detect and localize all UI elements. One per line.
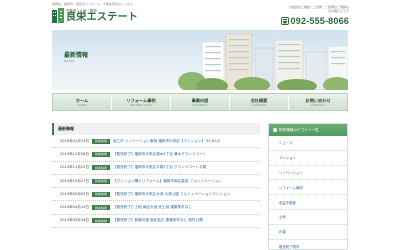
category-sidebar: 物件情報カテゴリー一覧 ニュース マンション リノベーション リフォーム事例 収… — [268, 123, 348, 250]
news-date: 2016年01月13日 — [59, 138, 89, 143]
news-item[interactable]: 2014年10月27日 新着情報 【マンション購入リフォーム】福岡市南区高宮 フ… — [52, 175, 260, 189]
news-title-link[interactable]: 【販売終了】福岡市中央区平尾2丁目 グランドコート平尾 — [113, 165, 206, 170]
sidebar-item-label: 戸建 — [279, 230, 286, 235]
news-item[interactable]: 2016年01月13日 新着情報 施工中 リノベーション事例 福岡市中央区【マン… — [52, 135, 260, 149]
news-date: 2014年03月18日 — [59, 218, 89, 223]
nav-sublabel: COMPANY — [251, 102, 267, 107]
news-item[interactable]: 2014年05月02日 新着情報 【販売終了】福岡市中央区大濠 大濠公園 フルリ… — [52, 188, 260, 202]
sidebar-item-renovation[interactable]: リノベーション — [269, 166, 347, 181]
news-badge: 新着情報 — [92, 218, 110, 224]
sidebar-item-label: マンション — [279, 156, 296, 161]
news-badge: 新着情報 — [92, 165, 110, 171]
sidebar-heading: 物件情報カテゴリー一覧 — [279, 127, 319, 132]
news-badge: 新着情報 — [92, 205, 110, 211]
phone-icon — [280, 17, 289, 25]
nav-contact[interactable]: お問い合わせ CONTACT — [289, 94, 347, 110]
news-heading: 最新情報 — [58, 126, 74, 131]
nav-business[interactable]: 事業内容 BUSINESS — [171, 94, 230, 110]
news-item[interactable]: 2014年11月21日 新着情報 【販売終了】福岡市中央区平尾2丁目 グランドコ… — [52, 162, 260, 175]
news-title-link[interactable]: 施工中 リノベーション事例 福岡市中央区【マンション】 81.60㎡ — [113, 139, 220, 144]
sidebar-item-land[interactable]: 土地 — [269, 210, 347, 225]
news-title-link[interactable]: 【販売終了】福岡市中央区大濠 大濠公園 フルリノベーションマンション — [113, 192, 230, 197]
news-item[interactable]: 2014年04月10日 新着情報 【販売終了】土地 南区大池 売土地 建築条件な… — [52, 201, 260, 215]
news-date: 2014年12月26日 — [59, 151, 89, 156]
phone-contact[interactable]: 092-555-8066 — [280, 15, 349, 27]
news-badge: 新着情報 — [92, 191, 110, 197]
news-date: 2014年04月10日 — [59, 205, 89, 210]
nav-sublabel: CONTACT — [310, 102, 326, 107]
nav-sublabel: HOME — [77, 102, 87, 107]
hero-subtitle: NEWS — [64, 59, 75, 63]
nav-sublabel: REFORM CASE — [129, 102, 153, 107]
sidebar-item-mansion[interactable]: マンション — [269, 151, 347, 166]
news-title-link[interactable]: 【販売終了】新築戸建 南区若久 建築条件なし 物件公開 — [113, 218, 203, 223]
news-title-link[interactable]: 【販売終了】福岡市中央区清水4丁目 清水グランドコート — [113, 152, 206, 157]
news-badge: 新着情報 — [92, 151, 110, 157]
bullet-icon — [273, 128, 277, 132]
logo-name: 良栄エステート — [66, 12, 139, 23]
nav-home[interactable]: ホーム HOME — [53, 94, 112, 110]
header-tagline: 福岡県、福岡市、南区のリフォーム、不動産売買のことなら — [52, 2, 133, 6]
sidebar-item-label: 収益不動産 — [279, 200, 296, 205]
sidebar-item-label: 販売終了物件 — [279, 244, 300, 249]
news-badge: 新着情報 — [92, 178, 110, 184]
sidebar-item-house[interactable]: 戸建 — [269, 225, 347, 240]
contact-note: お電話のご相談・ご質問・ご訪問のご依頼は お気軽にどうぞ — [279, 5, 349, 13]
nav-reform-case[interactable]: リフォーム事例 REFORM CASE — [112, 94, 171, 110]
sidebar-item-label: 土地 — [279, 215, 286, 220]
news-date: 2014年05月02日 — [59, 191, 89, 196]
news-badge: 新着情報 — [92, 138, 110, 144]
news-section: 最新情報 2016年01月13日 新着情報 施工中 リノベーション事例 福岡市中… — [52, 123, 260, 250]
contact-note-line-2: お気軽にどうぞ — [327, 9, 349, 13]
hero-banner: 最新情報 NEWS — [52, 30, 348, 90]
hero-city-illustration — [178, 33, 348, 90]
news-date: 2014年11月21日 — [59, 165, 89, 170]
logo-building-icon — [52, 8, 64, 23]
sidebar-item-income-property[interactable]: 収益不動産 — [269, 195, 347, 210]
nav-company[interactable]: 会社概要 COMPANY — [230, 94, 289, 110]
nav-sublabel: BUSINESS — [192, 102, 208, 107]
news-item[interactable]: 2014年12月26日 新着情報 【販売終了】福岡市中央区清水4丁目 清水グラン… — [52, 148, 260, 162]
news-heading-bar: 最新情報 — [52, 123, 260, 135]
phone-number[interactable]: 092-555-8066 — [291, 16, 349, 26]
sidebar-item-sold[interactable]: 販売終了物件 — [269, 240, 347, 250]
news-date: 2014年10月27日 — [59, 178, 89, 183]
sidebar-item-news[interactable]: ニュース — [269, 136, 347, 151]
sidebar-heading-bar: 物件情報カテゴリー一覧 — [269, 124, 347, 136]
global-nav: ホーム HOME リフォーム事例 REFORM CASE 事業内容 BUSINE… — [52, 93, 348, 111]
news-title-link[interactable]: 【マンション購入リフォーム】福岡市南区高宮 フルリノベーション — [113, 179, 222, 184]
sidebar-item-label: リフォーム事例 — [279, 185, 303, 190]
news-item[interactable]: 2014年03月18日 新着情報 【販売終了】新築戸建 南区若久 建築条件なし … — [52, 215, 260, 229]
news-title-link[interactable]: 【販売終了】土地 南区大池 売土地 建築条件なし — [113, 205, 192, 210]
hero-title: 最新情報 — [64, 52, 89, 59]
sidebar-item-label: リノベーション — [279, 170, 303, 175]
sidebar-item-reform-case[interactable]: リフォーム事例 — [269, 180, 347, 196]
sidebar-item-label: ニュース — [279, 141, 293, 146]
site-logo[interactable]: 不動産・土地・建物 良栄エステート — [52, 7, 142, 27]
